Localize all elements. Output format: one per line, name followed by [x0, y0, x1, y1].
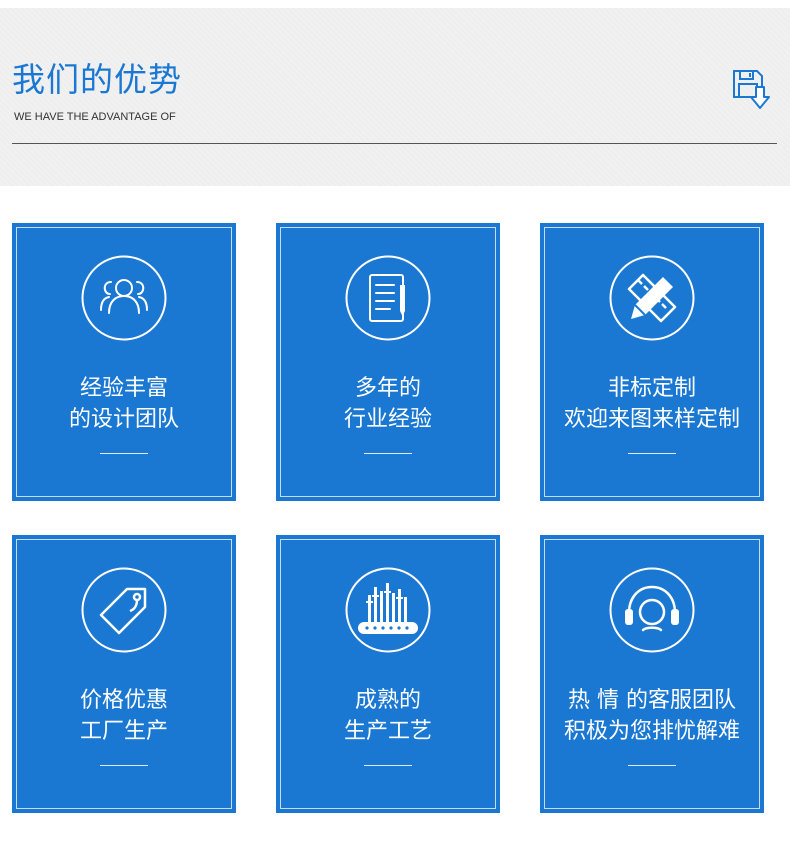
- card-subtitle: 工厂生产: [79, 719, 168, 744]
- card-title: 成熟的: [354, 688, 421, 713]
- card-title: 价格优惠: [79, 688, 168, 713]
- card-subtitle: 欢迎来图来样定制: [563, 407, 740, 432]
- download-icon[interactable]: [731, 68, 771, 110]
- page-subtitle: WE HAVE THE ADVANTAGE OF: [14, 111, 176, 123]
- card-divider: [100, 765, 148, 766]
- team-icon: [81, 255, 167, 341]
- card-divider: [364, 765, 412, 766]
- card-subtitle: 积极为您排忧解难: [563, 719, 740, 744]
- advantage-card-service: 热 情 的客服团队 积极为您排忧解难: [540, 535, 764, 813]
- advantage-card-custom: 非标定制 欢迎来图来样定制: [540, 223, 764, 501]
- card-title: 热 情 的客服团队: [568, 688, 736, 713]
- advantage-card-design-team: 经验丰富 的设计团队: [12, 223, 236, 501]
- card-title: 多年的: [354, 376, 421, 401]
- card-subtitle: 生产工艺: [343, 719, 432, 744]
- factory-icon: [345, 567, 431, 653]
- card-divider: [628, 453, 676, 454]
- card-divider: [100, 453, 148, 454]
- price-tag-icon: [81, 567, 167, 653]
- card-divider: [628, 765, 676, 766]
- page-title: 我们的优势: [12, 60, 182, 99]
- pencil-ruler-icon: [609, 255, 695, 341]
- headset-icon: [609, 567, 695, 653]
- advantage-card-process: 成熟的 生产工艺: [276, 535, 500, 813]
- card-divider: [364, 453, 412, 454]
- card-title: 非标定制: [607, 376, 696, 401]
- card-subtitle: 的设计团队: [68, 407, 179, 432]
- advantage-card-price: 价格优惠 工厂生产: [12, 535, 236, 813]
- document-icon: [345, 255, 431, 341]
- card-subtitle: 行业经验: [343, 407, 432, 432]
- advantage-card-experience: 多年的 行业经验: [276, 223, 500, 501]
- card-title: 经验丰富: [79, 376, 168, 401]
- header-divider: [12, 143, 777, 144]
